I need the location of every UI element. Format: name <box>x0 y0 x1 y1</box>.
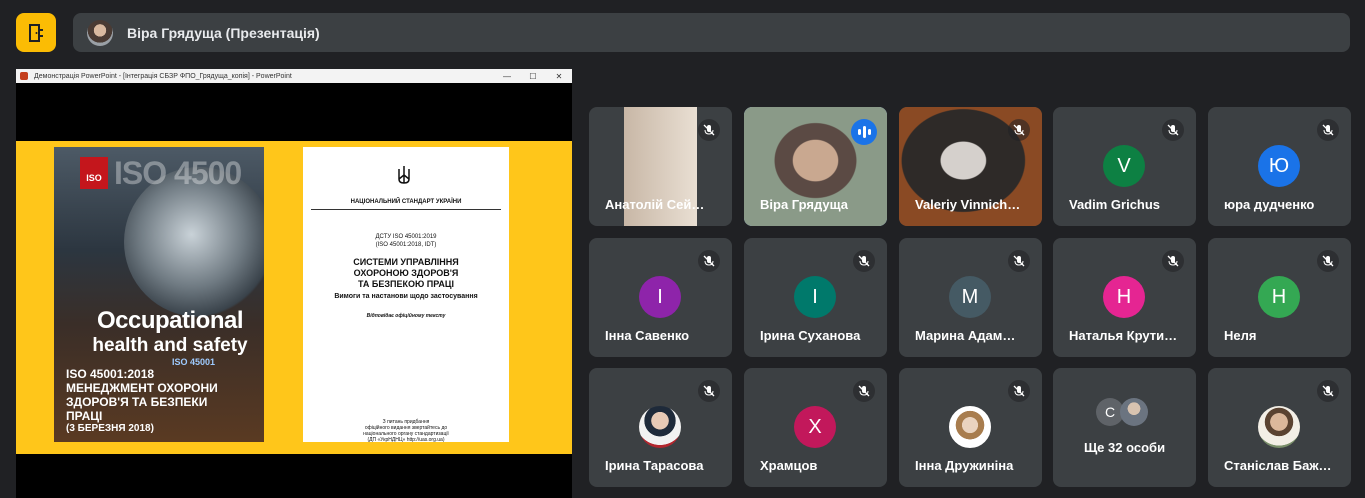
doc-footer: З питань придбання офіційного видання зв… <box>323 419 489 443</box>
mic-off-icon <box>1162 250 1184 272</box>
cover-standard-line: ISO 45001:2018 <box>66 367 155 381</box>
cover-standard-line: ПРАЦІ <box>66 409 103 423</box>
participant-photo-avatar <box>1120 398 1148 426</box>
mic-off-icon <box>698 380 720 402</box>
doc-footer-line: (ДП «УкрНДНЦ» http://uas.org.ua) <box>367 437 445 443</box>
cover-iso-tag: ISO 45001 <box>172 357 216 367</box>
participant-initial-avatar: І <box>794 276 836 318</box>
doc-title-line: СИСТЕМИ УПРАВЛІННЯ <box>353 257 459 267</box>
mic-off-icon <box>1317 380 1339 402</box>
door-exit-icon <box>29 23 43 42</box>
powerpoint-titlebar: Демонстрація PowerPoint - [Інтеграція СБ… <box>16 69 572 83</box>
mic-off-icon <box>698 119 720 141</box>
participant-name: Наталья Крути… <box>1069 328 1178 343</box>
doc-title-line: ТА БЕЗПЕКОЮ ПРАЦІ <box>357 279 455 289</box>
mic-off-icon <box>853 380 875 402</box>
doc-dstu-line: ДСТУ ISO 45001:2019 <box>375 234 437 240</box>
doc-divider <box>311 209 501 210</box>
more-participants-avatars: С <box>1096 398 1156 428</box>
participant-name: Valeriy Vinnich… <box>915 197 1021 212</box>
more-participants-tile[interactable]: С Ще 32 особи <box>1053 368 1196 487</box>
participant-name: юра дудченко <box>1224 197 1315 212</box>
participant-initial-avatar: Ю <box>1258 145 1300 187</box>
participant-tile[interactable]: Інна Дружиніна <box>899 368 1042 487</box>
participant-tile[interactable]: Ірина Тарасова <box>589 368 732 487</box>
cover-headline-1: Occupational <box>96 307 244 334</box>
participant-name: Інна Дружиніна <box>915 458 1014 473</box>
participant-name: Марина Адам… <box>915 328 1016 343</box>
minimize-button: — <box>503 71 511 81</box>
window-title: Демонстрація PowerPoint - [Інтеграція СБ… <box>34 72 292 80</box>
presenter-avatar <box>87 19 113 46</box>
maximize-button: ☐ <box>529 71 537 81</box>
mic-off-icon <box>1317 250 1339 272</box>
close-button: ✕ <box>555 71 563 81</box>
doc-dstu-code: ДСТУ ISO 45001:2019 (ISO 45001:2018, IDT… <box>303 233 509 249</box>
participant-tile[interactable]: V Vadim Grichus <box>1053 107 1196 226</box>
participant-tile-active[interactable]: Віра Грядуща <box>744 107 887 226</box>
mic-off-icon <box>1008 119 1030 141</box>
cover-standard-text: ISO 45001:2018 МЕНЕДЖМЕНТ ОХОРОНИ ЗДОРОВ… <box>66 367 256 423</box>
participant-tile[interactable]: Ю юра дудченко <box>1208 107 1351 226</box>
participant-tile[interactable]: І Ірина Суханова <box>744 238 887 357</box>
doc-requirements: Вимоги та настанови щодо застосування <box>334 293 478 300</box>
participant-tile[interactable]: Н Наталья Крути… <box>1053 238 1196 357</box>
mic-off-icon <box>698 250 720 272</box>
exit-presentation-button[interactable] <box>16 13 56 52</box>
participant-name: Віра Грядуща <box>760 197 849 212</box>
participant-name: Інна Савенко <box>605 328 690 343</box>
presentation-header-bar: Віра Грядуща (Презентація) <box>73 13 1350 52</box>
participant-initial-avatar: М <box>949 276 991 318</box>
participant-name: Ірина Тарасова <box>605 458 704 473</box>
dstu-document-page: НАЦІОНАЛЬНИЙ СТАНДАРТ УКРАЇНИ ДСТУ ISO 4… <box>303 147 509 443</box>
participant-tile[interactable]: І Інна Савенко <box>589 238 732 357</box>
participant-initial-avatar: Х <box>794 406 836 448</box>
participant-name: Станіслав Баж… <box>1224 458 1332 473</box>
participant-photo-avatar <box>1258 406 1300 448</box>
speaking-indicator-icon <box>851 119 877 145</box>
shared-screen: Демонстрація PowerPoint - [Інтеграція СБ… <box>16 69 572 498</box>
doc-dstu-line: (ISO 45001:2018, IDT) <box>375 242 437 248</box>
participant-tile[interactable]: Х Храмцов <box>744 368 887 487</box>
slide: ISO ISO 4500 Occupational health and saf… <box>16 141 572 454</box>
participant-tile[interactable]: М Марина Адам… <box>899 238 1042 357</box>
mic-off-icon <box>1162 119 1184 141</box>
participant-tile[interactable]: Н Неля <box>1208 238 1351 357</box>
mic-off-icon <box>853 250 875 272</box>
participant-photo-avatar <box>949 406 991 448</box>
doc-original-note: Відповідає офіційному тексту <box>366 313 446 319</box>
powerpoint-icon <box>20 72 28 80</box>
participant-tile[interactable]: Анатолій Сей… <box>589 107 732 226</box>
mic-off-icon <box>1317 119 1339 141</box>
participant-initial-avatar: Н <box>1258 276 1300 318</box>
participant-tile[interactable]: Valeriy Vinnich… <box>899 107 1042 226</box>
more-participants-label: Ще 32 особи <box>1083 440 1166 455</box>
participant-tile[interactable]: Станіслав Баж… <box>1208 368 1351 487</box>
mic-off-icon <box>1008 250 1030 272</box>
participant-name: Vadim Grichus <box>1069 197 1161 212</box>
cover-standard-line: ЗДОРОВ'Я ТА БЕЗПЕКИ <box>66 395 208 409</box>
trident-emblem-icon <box>398 166 410 184</box>
doc-title-line: ОХОРОНОЮ ЗДОРОВ'Я <box>353 268 459 278</box>
participant-name: Неля <box>1224 328 1257 343</box>
doc-system-title: СИСТЕМИ УПРАВЛІННЯ ОХОРОНОЮ ЗДОРОВ'Я ТА … <box>313 257 499 290</box>
iso-logo: ISO <box>80 157 108 189</box>
participant-initial-avatar: Н <box>1103 276 1145 318</box>
presentation-title: Віра Грядуща (Презентація) <box>127 24 320 41</box>
cover-date: (3 БЕРЕЗНЯ 2018) <box>66 423 154 434</box>
iso-cover-image: ISO ISO 4500 Occupational health and saf… <box>54 147 264 442</box>
participant-name: Храмцов <box>760 458 818 473</box>
doc-national-standard: НАЦІОНАЛЬНИЙ СТАНДАРТ УКРАЇНИ <box>350 199 462 205</box>
participant-initial-avatar: V <box>1103 145 1145 187</box>
cover-standard-line: МЕНЕДЖМЕНТ ОХОРОНИ <box>66 381 218 395</box>
participant-name: Ірина Суханова <box>760 328 861 343</box>
participant-name: Анатолій Сей… <box>605 197 705 212</box>
participant-photo-avatar <box>639 406 681 448</box>
mic-off-icon <box>1008 380 1030 402</box>
iso-watermark: ISO 4500 <box>114 155 242 191</box>
cover-headline-2: health and safety <box>92 335 248 356</box>
participant-initial-avatar: І <box>639 276 681 318</box>
